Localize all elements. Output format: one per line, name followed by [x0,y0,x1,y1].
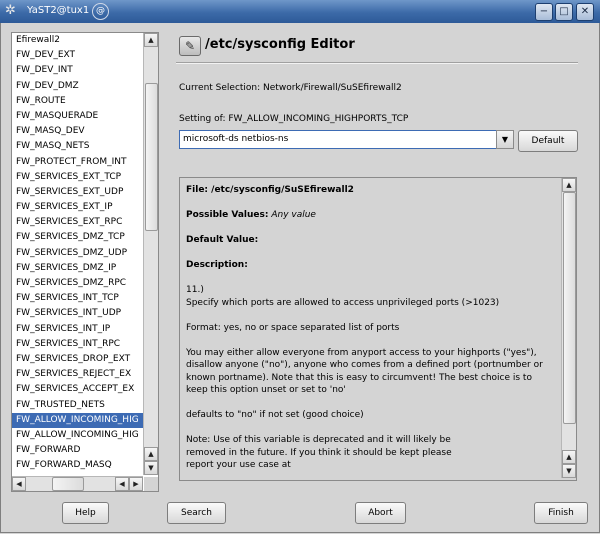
list-item[interactable]: FW_DEV_DMZ [12,79,143,94]
yast-icon: ✲ [5,3,16,18]
list-item[interactable]: FW_SERVICES_ACCEPT_EX [12,382,143,397]
description-line: disallow anyone ("no"), anyone who comes… [186,360,543,370]
description-line: You may either allow everyone from anypo… [186,347,537,358]
title-bar[interactable]: ✲ YaST2@tux1 @ − □ ✕ [0,0,600,23]
list-item[interactable]: FW_SERVICES_EXT_UDP [12,185,143,200]
list-item[interactable]: FW_MASQ_NETS [12,139,143,154]
description-line: known portname). Note that this is easy … [186,372,532,383]
list-item[interactable]: FW_ALLOW_INCOMING_HIG [12,428,143,443]
description-line [186,309,558,322]
list-item[interactable]: FW_SERVICES_DMZ_RPC [12,276,143,291]
variable-list[interactable]: Efirewall2 FW_DEV_EXT FW_DEV_INT FW_DEV_DMZ… [11,32,159,492]
description-line: 11.) [186,285,204,295]
description-content: File: /etc/sysconfig/SuSEfirewall2 Possi… [186,182,558,478]
maximize-button[interactable]: □ [555,3,573,21]
description-line: report your use case at [186,460,291,470]
scroll-up-icon[interactable]: ▲ [144,447,158,461]
list-item[interactable]: FW_SERVICES_DMZ_UDP [12,246,143,261]
scroll-up-icon[interactable]: ▲ [144,33,158,47]
scroll-left-icon[interactable]: ◀ [12,477,26,491]
list-item[interactable]: FW_SERVICES_INT_IP [12,322,143,337]
list-hscroll-thumb[interactable] [52,477,84,491]
scroll-up-icon[interactable]: ▲ [562,178,576,192]
possible-values-line: Possible Values: Any value [186,209,558,222]
scroll-right-icon[interactable]: ▶ [129,477,143,491]
search-button[interactable]: Search [167,502,226,524]
list-item[interactable]: FW_SERVICES_INT_UDP [12,306,143,321]
description-scrollbar[interactable]: ▲ ▲ ▼ [561,178,576,478]
list-item[interactable]: FW_SERVICES_INT_TCP [12,291,143,306]
description-line: Note: Use of this variable is deprecated… [186,435,451,445]
list-item[interactable]: FW_ALLOW_INCOMING_HIG [12,412,143,428]
description-line: removed in the future. If you think it s… [186,447,452,458]
description-line: Format: yes, no or space separated list … [186,322,400,333]
default-button[interactable]: Default [518,130,578,152]
variable-list-items[interactable]: Efirewall2 FW_DEV_EXT FW_DEV_INT FW_DEV_DMZ… [12,33,143,475]
list-item[interactable]: FW_FORWARD_MASQ [12,458,143,473]
description-line: keep this option unset or set to 'no' [186,385,346,395]
setting-value-combobox[interactable]: microsoft-ds netbios-ns [179,130,497,149]
finish-button[interactable]: Finish [534,502,588,524]
description-line [186,334,558,347]
possible-values-value: Any value [271,210,316,220]
list-item[interactable]: FW_DEV_EXT [12,48,143,63]
current-selection-label: Current Selection: Network/Firewall/SuSE… [179,83,402,93]
pin-icon[interactable]: @ [92,3,109,20]
window-title: YaST2@tux1 [27,5,90,16]
list-item[interactable]: FW_SERVICES_EXT_RPC [12,215,143,230]
header-divider [176,62,578,64]
list-item[interactable]: FW_SERVICES_REJECT_EX [12,367,143,382]
list-item[interactable]: FW_MASQ_DEV [12,124,143,139]
description-line: Specify which ports are allowed to acces… [186,297,500,308]
list-item[interactable]: FW_PROTECT_FROM_INT [12,155,143,170]
list-item[interactable]: FW_MASQUERADE [12,109,143,124]
setting-value-text[interactable]: microsoft-ds netbios-ns [183,134,288,144]
scroll-corner [144,477,158,491]
list-item[interactable]: FW_ROUTE [12,94,143,109]
minimize-button[interactable]: − [535,3,553,21]
description-textbox[interactable]: File: /etc/sysconfig/SuSEfirewall2 Possi… [179,177,577,481]
help-button[interactable]: Help [62,502,109,524]
sysconfig-editor-icon: ✎ [179,36,201,56]
list-item[interactable]: FW_SERVICES_DMZ_TCP [12,230,143,245]
scroll-up-icon[interactable]: ▲ [562,450,576,464]
page-title: /etc/sysconfig Editor [205,37,355,52]
description-line: defaults to "no" if not set (good choice… [186,410,364,420]
list-item[interactable]: FW_SERVICES_EXT_IP [12,200,143,215]
scroll-left-icon[interactable]: ◀ [115,477,129,491]
list-vertical-scrollbar[interactable]: ▲ ▲ ▼ [143,33,158,475]
list-item[interactable]: FW_TRUSTED_NETS [12,398,143,413]
chevron-down-icon[interactable]: ▼ [496,130,514,149]
list-item[interactable]: FW_FORWARD [12,443,143,458]
scroll-down-icon[interactable]: ▼ [144,461,158,475]
list-item[interactable]: FW_SERVICES_DROP_EXT [12,352,143,367]
list-item[interactable]: FW_SERVICES_DMZ_IP [12,261,143,276]
list-scroll-thumb[interactable] [145,83,158,231]
close-button[interactable]: ✕ [576,3,594,21]
list-item[interactable]: Efirewall2 [12,33,143,48]
default-value-label: Default Value: [186,235,259,245]
setting-label: Setting of: FW_ALLOW_INCOMING_HIGHPORTS_… [179,114,409,124]
description-line [186,397,558,410]
list-item[interactable]: FW_SERVICES_INT_RPC [12,337,143,352]
file-line: File: /etc/sysconfig/SuSEfirewall2 [186,185,354,195]
description-line [186,422,558,435]
list-item[interactable]: FW_DEV_INT [12,63,143,78]
description-lines: 11.) Specify which ports are allowed to a… [186,284,558,472]
abort-button[interactable]: Abort [355,502,406,524]
description-scroll-thumb[interactable] [563,192,576,424]
scroll-down-icon[interactable]: ▼ [562,464,576,478]
list-horizontal-scrollbar[interactable]: ◀ ◀ ▶ [12,476,143,491]
list-item[interactable]: FW_SERVICES_EXT_TCP [12,170,143,185]
possible-values-label: Possible Values: [186,210,269,220]
description-label: Description: [186,260,248,270]
